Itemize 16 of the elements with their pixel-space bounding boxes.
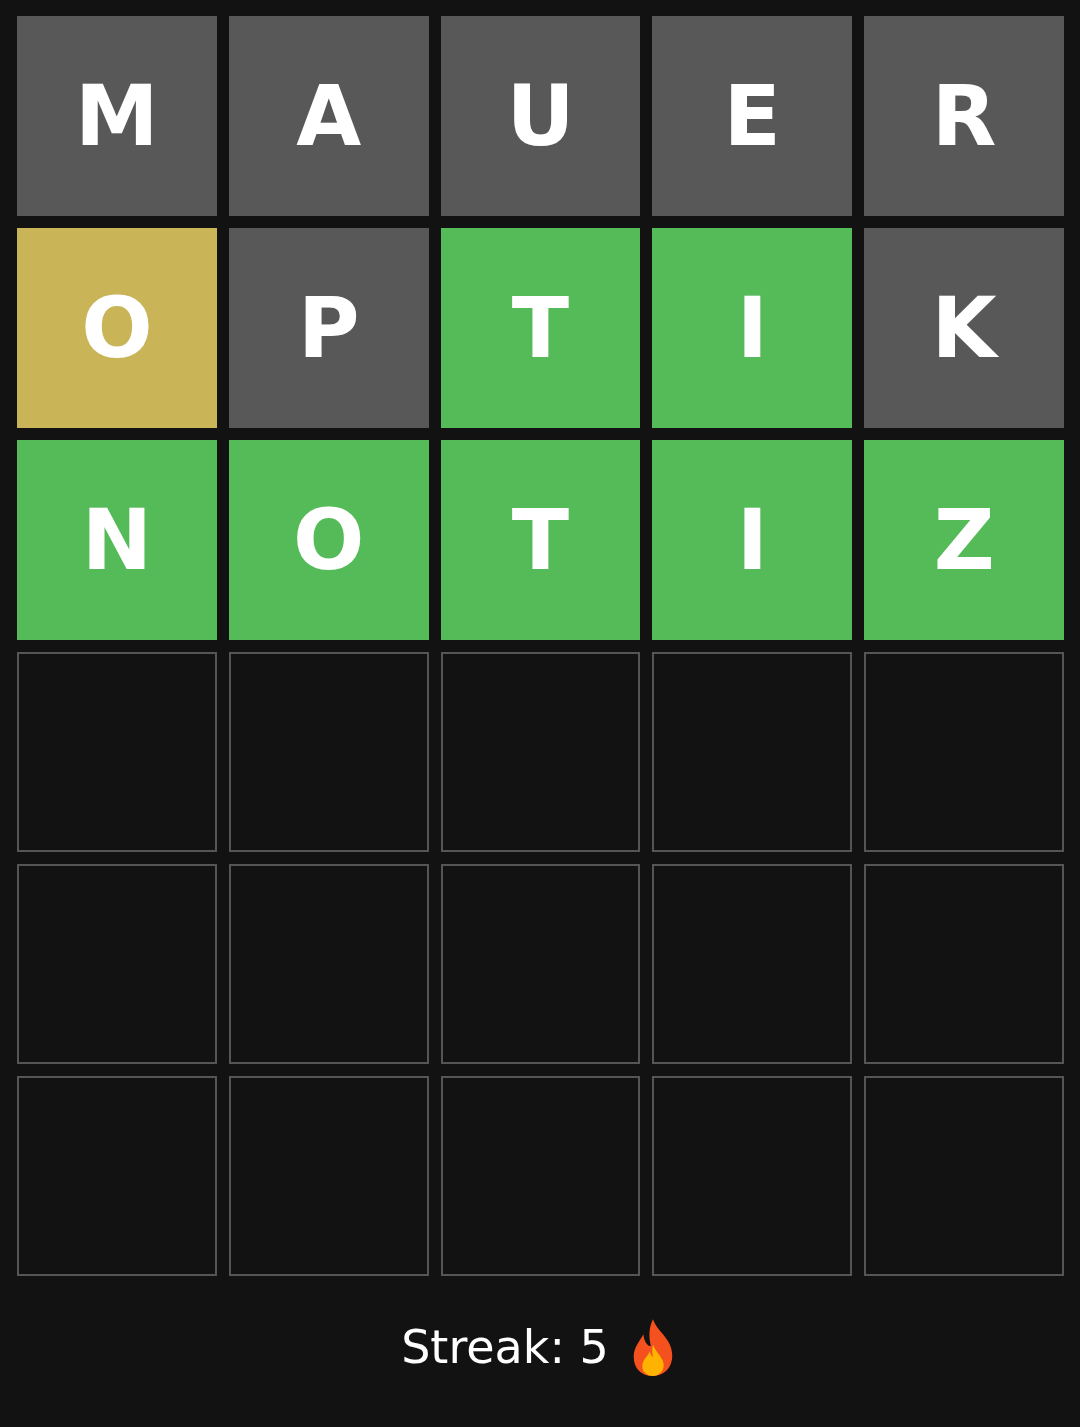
streak-label: Streak: 5: [401, 1319, 609, 1374]
letter-tile: T: [440, 228, 641, 428]
letter-tile: U: [440, 16, 641, 216]
letter-tile: O: [228, 440, 429, 640]
letter-tile: E: [652, 16, 853, 216]
letter-tile: P: [228, 228, 429, 428]
letter-tile: I: [652, 440, 853, 640]
letter-tile: Z: [864, 440, 1064, 640]
letter-tile: A: [228, 16, 429, 216]
letter-tile: R: [864, 16, 1064, 216]
letter-tile: O: [17, 228, 217, 428]
letter-tile: N: [17, 440, 217, 640]
letter-tile: M: [17, 16, 217, 216]
letter-tile: K: [864, 228, 1064, 428]
letter-tile: T: [440, 440, 641, 640]
letter-tile: I: [652, 228, 853, 428]
